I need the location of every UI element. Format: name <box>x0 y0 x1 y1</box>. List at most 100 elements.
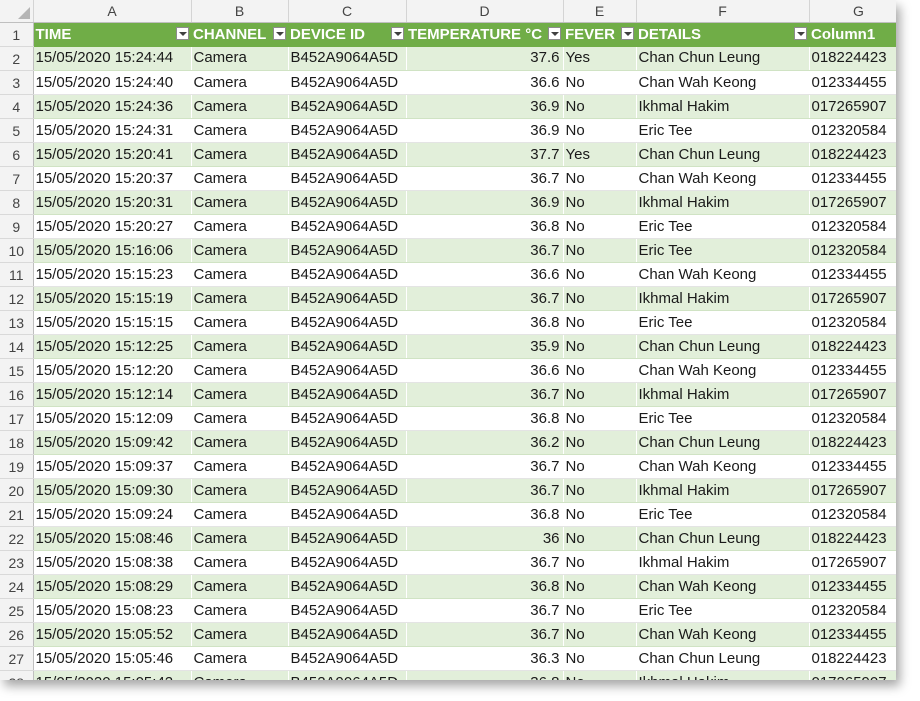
cell-device-id[interactable]: B452A9064A5D <box>288 118 406 143</box>
cell-column1[interactable]: 012320584 <box>809 214 896 239</box>
cell-column1[interactable]: 012320584 <box>809 310 896 335</box>
row-number[interactable]: 28 <box>0 670 34 680</box>
row-number[interactable]: 2 <box>0 46 34 71</box>
cell-temperature[interactable]: 36.7 <box>406 382 563 407</box>
row-number[interactable]: 11 <box>0 262 34 287</box>
cell-column1[interactable]: 012334455 <box>809 574 896 599</box>
cell-device-id[interactable]: B452A9064A5D <box>288 646 406 671</box>
cell-time[interactable]: 15/05/2020 15:12:14 <box>33 382 191 407</box>
cell-channel[interactable]: Camera <box>191 190 288 215</box>
cell-temperature[interactable]: 36.8 <box>406 502 563 527</box>
cell-time[interactable]: 15/05/2020 15:15:23 <box>33 262 191 287</box>
cell-fever[interactable]: No <box>563 310 636 335</box>
cell-time[interactable]: 15/05/2020 15:24:31 <box>33 118 191 143</box>
cell-column1[interactable]: 017265907 <box>809 478 896 503</box>
cell-channel[interactable]: Camera <box>191 670 288 680</box>
cell-time[interactable]: 15/05/2020 15:15:19 <box>33 286 191 311</box>
row-number[interactable]: 9 <box>0 214 34 239</box>
cell-time[interactable]: 15/05/2020 15:12:09 <box>33 406 191 431</box>
cell-details[interactable]: Eric Tee <box>636 310 809 335</box>
filter-dropdown-icon[interactable] <box>176 27 189 40</box>
row-number[interactable]: 22 <box>0 526 34 551</box>
cell-time[interactable]: 15/05/2020 15:20:27 <box>33 214 191 239</box>
row-number[interactable]: 5 <box>0 118 34 143</box>
cell-channel[interactable]: Camera <box>191 94 288 119</box>
cell-details[interactable]: Ikhmal Hakim <box>636 94 809 119</box>
cell-time[interactable]: 15/05/2020 15:08:38 <box>33 550 191 575</box>
cell-device-id[interactable]: B452A9064A5D <box>288 574 406 599</box>
cell-fever[interactable]: No <box>563 382 636 407</box>
cell-column1[interactable]: 018224423 <box>809 46 896 71</box>
cell-temperature[interactable]: 36.8 <box>406 214 563 239</box>
cell-column1[interactable]: 012320584 <box>809 406 896 431</box>
cell-temperature[interactable]: 36.8 <box>406 574 563 599</box>
cell-temperature[interactable]: 36 <box>406 526 563 551</box>
cell-channel[interactable]: Camera <box>191 118 288 143</box>
cell-fever[interactable]: No <box>563 118 636 143</box>
cell-details[interactable]: Chan Chun Leung <box>636 646 809 671</box>
cell-temperature[interactable]: 36.7 <box>406 286 563 311</box>
cell-device-id[interactable]: B452A9064A5D <box>288 214 406 239</box>
row-number[interactable]: 25 <box>0 598 34 623</box>
row-number[interactable]: 26 <box>0 622 34 647</box>
cell-channel[interactable]: Camera <box>191 574 288 599</box>
cell-channel[interactable]: Camera <box>191 406 288 431</box>
cell-channel[interactable]: Camera <box>191 70 288 95</box>
row-number[interactable]: 6 <box>0 142 34 167</box>
cell-time[interactable]: 15/05/2020 15:09:42 <box>33 430 191 455</box>
cell-channel[interactable]: Camera <box>191 334 288 359</box>
cell-device-id[interactable]: B452A9064A5D <box>288 358 406 383</box>
cell-column1[interactable]: 018224423 <box>809 526 896 551</box>
cell-details[interactable]: Ikhmal Hakim <box>636 670 809 680</box>
cell-details[interactable]: Chan Chun Leung <box>636 430 809 455</box>
cell-temperature[interactable]: 36.8 <box>406 670 563 680</box>
cell-channel[interactable]: Camera <box>191 238 288 263</box>
cell-device-id[interactable]: B452A9064A5D <box>288 430 406 455</box>
cell-fever[interactable]: No <box>563 214 636 239</box>
cell-fever[interactable]: No <box>563 454 636 479</box>
cell-temperature[interactable]: 37.6 <box>406 46 563 71</box>
cell-temperature[interactable]: 36.6 <box>406 262 563 287</box>
cell-channel[interactable]: Camera <box>191 310 288 335</box>
cell-time[interactable]: 15/05/2020 15:09:30 <box>33 478 191 503</box>
cell-temperature[interactable]: 36.7 <box>406 622 563 647</box>
cell-time[interactable]: 15/05/2020 15:08:29 <box>33 574 191 599</box>
cell-device-id[interactable]: B452A9064A5D <box>288 406 406 431</box>
cell-column1[interactable]: 012320584 <box>809 118 896 143</box>
cell-column1[interactable]: 012320584 <box>809 238 896 263</box>
cell-device-id[interactable]: B452A9064A5D <box>288 46 406 71</box>
cell-fever[interactable]: No <box>563 502 636 527</box>
cell-fever[interactable]: No <box>563 598 636 623</box>
cell-column1[interactable]: 018224423 <box>809 646 896 671</box>
cell-fever[interactable]: No <box>563 262 636 287</box>
cell-time[interactable]: 15/05/2020 15:20:37 <box>33 166 191 191</box>
cell-time[interactable]: 15/05/2020 15:24:44 <box>33 46 191 71</box>
row-number[interactable]: 8 <box>0 190 34 215</box>
cell-time[interactable]: 15/05/2020 15:15:15 <box>33 310 191 335</box>
cell-time[interactable]: 15/05/2020 15:05:42 <box>33 670 191 680</box>
filter-dropdown-icon[interactable] <box>548 27 561 40</box>
row-number[interactable]: 3 <box>0 70 34 95</box>
cell-fever[interactable]: No <box>563 550 636 575</box>
row-number[interactable]: 24 <box>0 574 34 599</box>
cell-details[interactable]: Eric Tee <box>636 406 809 431</box>
row-number[interactable]: 12 <box>0 286 34 311</box>
row-number[interactable]: 21 <box>0 502 34 527</box>
cell-device-id[interactable]: B452A9064A5D <box>288 598 406 623</box>
cell-device-id[interactable]: B452A9064A5D <box>288 478 406 503</box>
cell-device-id[interactable]: B452A9064A5D <box>288 70 406 95</box>
cell-fever[interactable]: No <box>563 166 636 191</box>
row-number[interactable]: 27 <box>0 646 34 671</box>
cell-fever[interactable]: Yes <box>563 46 636 71</box>
cell-channel[interactable]: Camera <box>191 646 288 671</box>
column-header-d[interactable]: D <box>406 0 564 23</box>
cell-details[interactable]: Ikhmal Hakim <box>636 550 809 575</box>
row-number[interactable]: 7 <box>0 166 34 191</box>
cell-column1[interactable]: 012334455 <box>809 166 896 191</box>
cell-fever[interactable]: No <box>563 478 636 503</box>
cell-temperature[interactable]: 36.2 <box>406 430 563 455</box>
cell-time[interactable]: 15/05/2020 15:09:37 <box>33 454 191 479</box>
cell-temperature[interactable]: 36.7 <box>406 166 563 191</box>
cell-channel[interactable]: Camera <box>191 622 288 647</box>
cell-fever[interactable]: No <box>563 622 636 647</box>
